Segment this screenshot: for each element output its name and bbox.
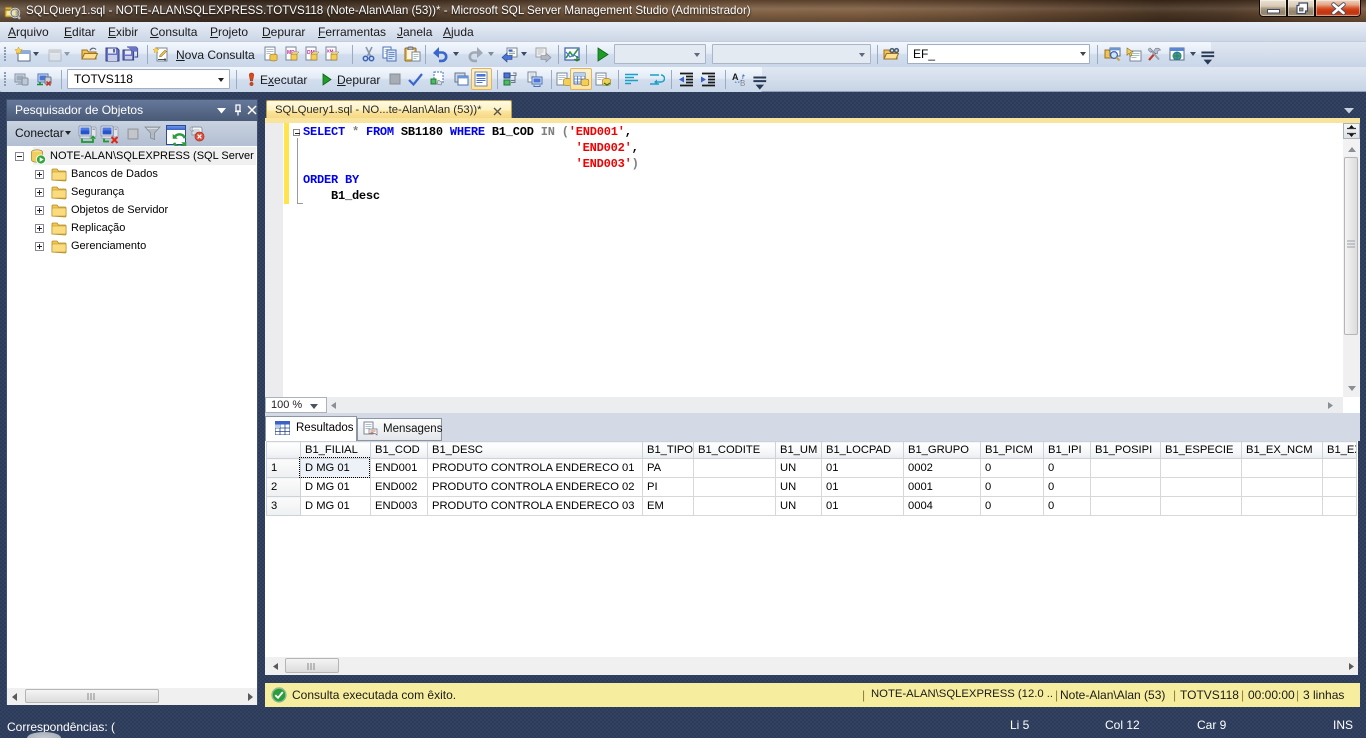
svg-text:A: A — [732, 72, 739, 82]
svg-text:B: B — [740, 79, 745, 88]
